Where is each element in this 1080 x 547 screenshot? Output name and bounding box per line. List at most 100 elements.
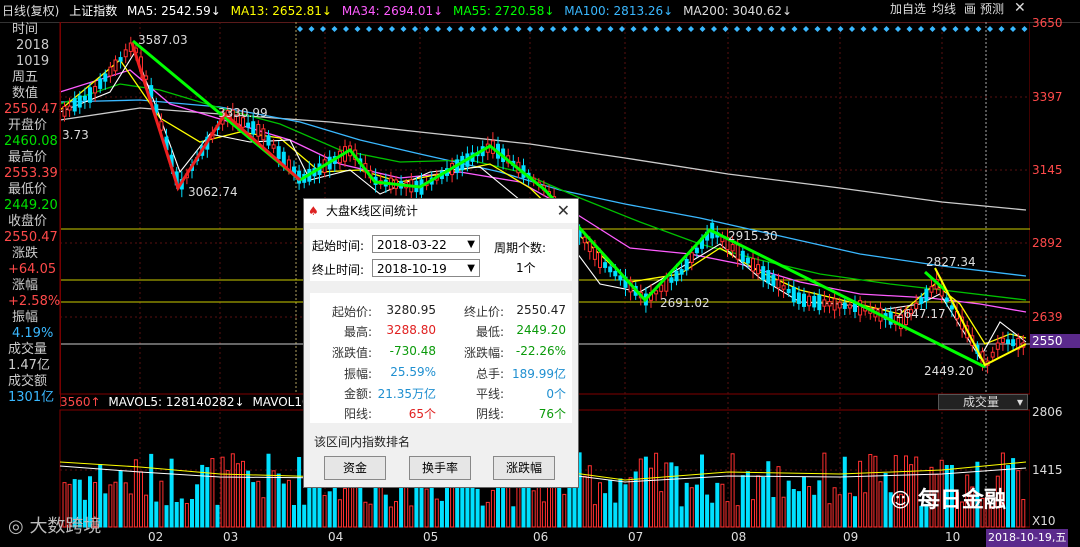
- rank-turnover-button[interactable]: 换手率: [409, 456, 471, 480]
- volume-bar: [715, 482, 720, 528]
- weekday: 周五: [12, 70, 39, 85]
- value-label: 数值: [12, 86, 39, 101]
- start-date-select[interactable]: 2018-03-22 ▼: [372, 235, 480, 253]
- time-axis: 02 03 04 05 06 07 08 09 10: [60, 529, 1030, 547]
- period-count-label: 周期个数:: [494, 241, 547, 255]
- volume-bar: [592, 504, 597, 528]
- candle-body: [817, 294, 822, 311]
- volume-bar: [450, 480, 455, 528]
- volume-bar: [154, 501, 159, 528]
- amount-value: 21.35万亿: [377, 387, 436, 401]
- volume-type-dropdown[interactable]: 成交量 ▾: [938, 394, 1028, 410]
- volume-bar: [598, 482, 602, 528]
- volume-bar: [210, 458, 215, 528]
- volume-bar: [353, 485, 358, 528]
- volume-bar: [343, 488, 347, 528]
- close-value: 2550.47: [4, 230, 58, 245]
- signal-marker: [964, 26, 970, 32]
- rank-change-button[interactable]: 涨跌幅: [493, 456, 555, 480]
- close-icon[interactable]: ✕: [1014, 0, 1026, 16]
- volume-bar: [791, 489, 796, 528]
- end-price-label: 终止价:: [463, 305, 504, 319]
- volume-bar: [424, 488, 429, 528]
- volume-bar: [705, 494, 710, 528]
- volume-bar: [480, 505, 485, 528]
- close-icon[interactable]: ✕: [557, 199, 570, 223]
- start-price-label: 起始价:: [331, 305, 372, 319]
- start-date-value: 2018-03-22: [377, 238, 447, 252]
- candle-body: [154, 104, 159, 113]
- candle-body: [1006, 339, 1010, 344]
- signal-marker: [377, 26, 384, 32]
- month-tick: 10: [945, 530, 961, 544]
- volume-bar: [297, 456, 302, 528]
- low-label: 最低:: [475, 325, 504, 339]
- candle-body: [802, 293, 806, 307]
- candle-body: [751, 258, 755, 272]
- signal-marker: [1021, 26, 1028, 32]
- signal-marker: [906, 26, 913, 32]
- volume-bar: [230, 453, 235, 528]
- down-candles-label: 阴线:: [475, 407, 504, 421]
- volume-bar: [720, 483, 725, 528]
- candle-body: [791, 286, 796, 303]
- volume-type-label: 成交量: [963, 395, 1000, 409]
- candle-body: [919, 297, 924, 304]
- candle-body: [77, 95, 82, 108]
- signal-marker: [446, 26, 453, 32]
- up-candles-value: 65个: [408, 407, 436, 421]
- volume-bar: [133, 459, 138, 528]
- moving-average-button[interactable]: 均线: [932, 0, 956, 17]
- watermark-logo-icon: ◎: [8, 516, 30, 537]
- add-favorite-button[interactable]: 加自选: [890, 0, 926, 17]
- range-stats-dialog: ♠ 大盘K线区间统计 ✕ 起始时间: 2018-03-22 ▼ 终止时间: 201…: [303, 198, 579, 488]
- volume-bar: [745, 471, 750, 528]
- candle-body: [796, 292, 801, 304]
- mavol5-value: MAVOL5: 128140282↓: [108, 395, 245, 409]
- up-candles-label: 阳线:: [343, 407, 372, 421]
- volume-bar: [276, 473, 281, 528]
- open-value: 2460.08: [4, 134, 58, 149]
- candle-body: [689, 252, 694, 263]
- volume-bar: [266, 453, 271, 528]
- forecast-button[interactable]: 预测: [980, 0, 1004, 17]
- volume-bar: [394, 501, 398, 528]
- draw-button[interactable]: 画: [964, 0, 976, 17]
- signal-marker: [734, 26, 740, 32]
- candle-body: [674, 270, 679, 282]
- month-tick: 06: [533, 530, 549, 544]
- low-label: 最低价: [8, 182, 48, 197]
- volume-bar: [123, 482, 128, 528]
- candle-body: [684, 258, 689, 271]
- index-name: 上证指数: [69, 4, 118, 18]
- volume-bar: [246, 470, 251, 528]
- volume-bar: [603, 493, 608, 528]
- candle-body: [582, 236, 587, 244]
- volume-bar: [108, 484, 113, 528]
- candle-body: [72, 98, 77, 112]
- volume-bar: [113, 481, 118, 528]
- signal-marker: [941, 26, 947, 32]
- volume-bar: [766, 461, 771, 528]
- candle-body: [149, 85, 154, 98]
- chart-mode[interactable]: 日线(复权): [2, 4, 59, 18]
- change-pct-label: 涨跌幅:: [463, 346, 504, 360]
- start-time-label: 起始时间:: [312, 239, 365, 253]
- rank-amount-button[interactable]: 资金: [324, 456, 386, 480]
- value-number: 2550.47: [4, 102, 58, 117]
- signal-marker: [389, 26, 395, 32]
- candle-body: [246, 122, 251, 128]
- volume-bar: [781, 496, 786, 528]
- volume-bar: [475, 488, 480, 528]
- price-tick: 3397: [1032, 90, 1063, 104]
- candle-body: [118, 57, 123, 62]
- signal-marker: [481, 26, 487, 32]
- dialog-titlebar[interactable]: ♠ 大盘K线区间统计 ✕: [304, 199, 578, 223]
- candle-body: [256, 124, 261, 137]
- candle-body: [766, 270, 771, 284]
- volume-bar: [638, 458, 643, 528]
- end-date-select[interactable]: 2018-10-19 ▼: [372, 259, 480, 277]
- signal-marker: [676, 26, 683, 32]
- candle-body: [123, 49, 128, 58]
- amplitude-value: 4.19%: [12, 326, 54, 341]
